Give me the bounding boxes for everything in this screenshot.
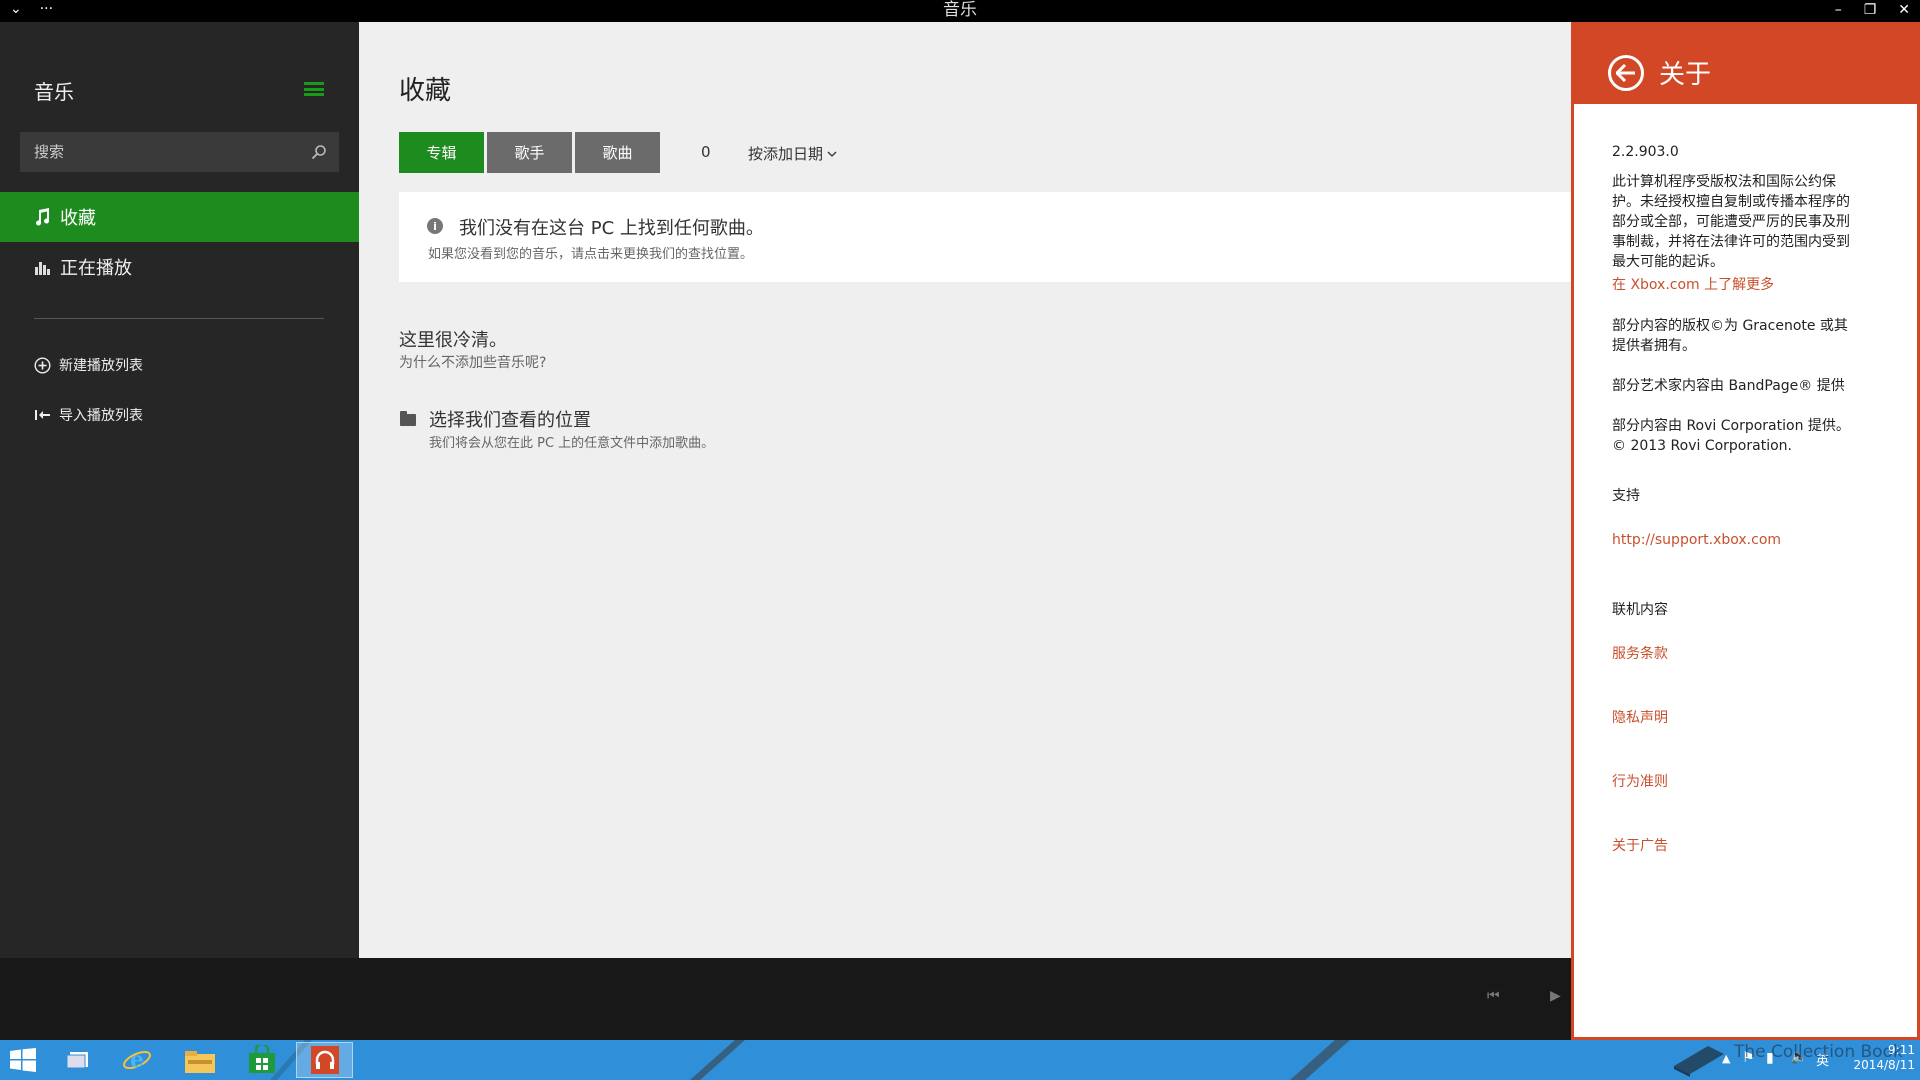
support-label: 支持 — [1612, 488, 1640, 504]
windows-logo-icon — [10, 1048, 36, 1072]
system-tray: ▲ ⚑ ▮ 🔈 英 The Collection Book 9:11 2014/… — [1660, 1040, 1920, 1080]
sidebar: 音乐 收藏 正在播放 新建播放列表 导入播放列表 — [0, 22, 359, 958]
internet-explorer-icon: e — [123, 1047, 151, 1073]
empty-title: 这里很冷清。 — [399, 330, 507, 351]
sort-label: 按添加日期 — [748, 145, 824, 163]
nav-item-collection[interactable]: 收藏 — [0, 192, 359, 242]
import-icon — [35, 410, 50, 420]
folder-icon — [185, 1051, 215, 1073]
page-title: 收藏 — [399, 76, 452, 106]
chevron-down-icon — [827, 151, 837, 157]
tab-albums[interactable]: 专辑 — [399, 132, 484, 173]
privacy-link[interactable]: 隐私声明 — [1612, 708, 1860, 728]
window-controls: – ❐ ✕ — [1835, 0, 1910, 20]
store-bag-icon — [249, 1042, 275, 1073]
book-watermark-icon — [1674, 1046, 1724, 1077]
choose-location-subtitle: 我们将会从您在此 PC 上的任意文件中添加歌曲。 — [429, 436, 715, 451]
add-circle-icon — [34, 356, 51, 374]
previous-track-button[interactable]: ⏮ — [1487, 988, 1500, 1004]
store-button[interactable] — [247, 1042, 277, 1075]
window-title: 音乐 — [943, 0, 977, 20]
info-icon: i — [427, 218, 443, 234]
search-icon[interactable] — [299, 132, 339, 172]
view-tabs: 专辑 歌手 歌曲 — [399, 132, 660, 173]
clock[interactable]: 9:11 2014/8/11 — [1840, 1043, 1915, 1073]
music-app-button[interactable] — [296, 1042, 353, 1078]
ads-link[interactable]: 关于广告 — [1612, 836, 1860, 856]
notice-title: 我们没有在这台 PC 上找到任何歌曲。 — [459, 218, 764, 239]
back-arrow-icon[interactable] — [1608, 55, 1644, 91]
music-note-icon — [36, 208, 50, 226]
tab-artists[interactable]: 歌手 — [487, 132, 572, 173]
tab-songs[interactable]: 歌曲 — [575, 132, 660, 173]
clock-time: 9:11 — [1888, 1043, 1915, 1057]
support-link[interactable]: http://support.xbox.com — [1612, 530, 1860, 550]
window-stack-icon — [66, 1052, 88, 1069]
player-bar: ⏮ ▶ — [0, 958, 1571, 1040]
clock-date: 2014/8/11 — [1853, 1058, 1915, 1072]
conduct-link[interactable]: 行为准则 — [1612, 772, 1860, 792]
internet-explorer-button[interactable]: e — [122, 1045, 152, 1075]
headphones-icon — [311, 1046, 339, 1074]
nav-item-now-playing[interactable]: 正在播放 — [0, 242, 359, 292]
restore-button[interactable]: ❐ — [1864, 0, 1877, 20]
svg-text:e: e — [130, 1047, 144, 1073]
import-playlist-button[interactable]: 导入播放列表 — [34, 405, 143, 425]
search-input[interactable] — [20, 143, 299, 161]
sort-dropdown[interactable]: 按添加日期 — [748, 143, 837, 164]
import-playlist-label: 导入播放列表 — [59, 408, 143, 424]
minimize-button[interactable]: – — [1835, 0, 1842, 20]
taskbar-background-stripes — [270, 1040, 1350, 1080]
new-playlist-button[interactable]: 新建播放列表 — [34, 355, 143, 375]
title-bar: ⌄ ··· 音乐 – ❐ ✕ — [0, 0, 1920, 22]
main-content: 收藏 专辑 歌手 歌曲 0 按添加日期 i 我们没有在这台 PC 上找到任何歌曲… — [359, 22, 1571, 958]
start-button[interactable] — [10, 1048, 36, 1072]
terms-link[interactable]: 服务条款 — [1612, 644, 1860, 664]
taskbar: e ▲ ⚑ ▮ 🔈 英 The Collection Book 9:11 201… — [0, 1040, 1920, 1080]
folder-icon — [400, 411, 416, 426]
about-title: 关于 — [1659, 60, 1712, 90]
no-songs-notice[interactable]: i 我们没有在这台 PC 上找到任何歌曲。 如果您没看到您的音乐，请点击来更换我… — [399, 192, 1571, 282]
nav-item-label: 收藏 — [60, 208, 96, 229]
close-button[interactable]: ✕ — [1898, 0, 1910, 20]
equalizer-icon — [35, 262, 50, 275]
gracenote-text: 部分内容的版权©为 Gracenote 或其提供者拥有。 — [1612, 318, 1848, 354]
choose-location-link[interactable]: 选择我们查看的位置 — [429, 406, 591, 432]
search-box — [20, 132, 339, 172]
bandpage-text: 部分艺术家内容由 BandPage® 提供 — [1612, 378, 1845, 394]
online-content-label: 联机内容 — [1612, 602, 1668, 618]
play-button[interactable]: ▶ — [1550, 988, 1561, 1004]
xbox-learn-more-link[interactable]: 在 Xbox.com 上了解更多 — [1612, 275, 1860, 295]
version: 2.2.903.0 — [1612, 144, 1679, 160]
rovi-text: 部分内容由 Rovi Corporation 提供。© 2013 Rovi Co… — [1612, 418, 1850, 454]
taskview-button[interactable] — [66, 1050, 90, 1070]
app-title: 音乐 — [34, 80, 74, 104]
nav-item-label: 正在播放 — [60, 258, 132, 279]
copyright-text: 此计算机程序受版权法和国际公约保护。未经授权擅自复制或传播本程序的部分或全部，可… — [1612, 174, 1850, 270]
new-playlist-label: 新建播放列表 — [59, 358, 143, 374]
file-explorer-button[interactable] — [184, 1048, 216, 1074]
item-count: 0 — [701, 143, 711, 161]
hamburger-menu-icon[interactable] — [304, 82, 324, 96]
tray-overflow-icon[interactable]: ▲ — [1722, 1052, 1730, 1065]
empty-subtitle: 为什么不添加些音乐呢? — [399, 355, 547, 371]
about-pane: 关于 2.2.903.0 此计算机程序受版权法和国际公约保护。未经授权擅自复制或… — [1571, 22, 1920, 1040]
notice-subtitle: 如果您没看到您的音乐，请点击来更换我们的查找位置。 — [428, 247, 754, 262]
nav-divider — [34, 318, 324, 319]
about-header: 关于 — [1574, 22, 1917, 104]
